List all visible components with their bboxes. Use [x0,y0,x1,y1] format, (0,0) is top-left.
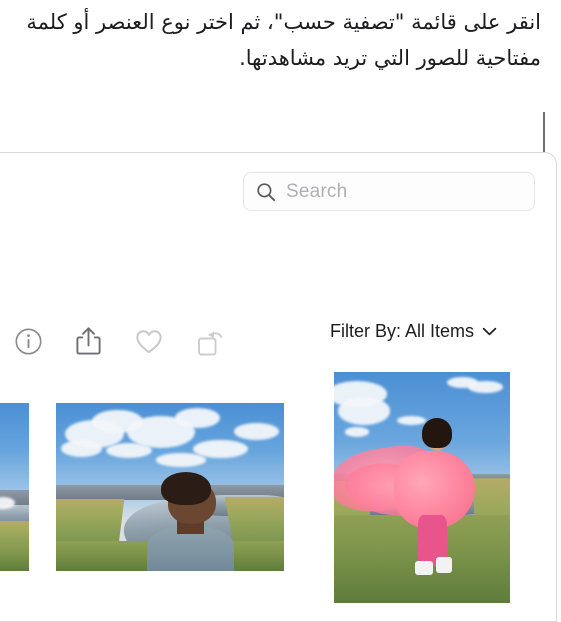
photo-subject-shoe [414,561,433,576]
info-button[interactable] [11,327,45,361]
instruction-caption: انقر على قائمة "تصفية حسب"، ثم اختر نوع … [26,10,541,70]
photo-cloud [467,381,503,393]
info-circle-icon [15,328,42,360]
photo-cloud [60,439,102,457]
photo-cloud [156,453,207,467]
chevron-down-icon[interactable] [481,323,498,340]
photo-cloud [233,423,280,440]
search-icon [256,182,276,202]
heart-icon [135,329,163,360]
photo-cloud [397,415,426,426]
favorite-button[interactable] [132,327,166,361]
photo-thumbnail[interactable] [334,372,510,603]
filter-by-control[interactable]: Filter By: All Items [330,318,498,344]
rotate-icon [196,328,226,363]
search-field[interactable]: Search [243,172,535,211]
share-button[interactable] [71,326,105,360]
rotate-button[interactable] [194,328,228,362]
photo-subject-hair [422,418,452,449]
filter-by-label: Filter By: All Items [330,320,475,341]
photo-subject-shoe [436,556,452,573]
photo-thumbnail[interactable] [56,403,284,571]
photo-foreground-grass [0,544,29,571]
photo-thumbnail[interactable] [0,403,29,571]
search-input[interactable]: Search [286,181,347,203]
photo-subject-hair [160,471,212,506]
photo-cloud [337,397,391,426]
share-icon [75,326,102,361]
photo-cloud [344,427,370,437]
